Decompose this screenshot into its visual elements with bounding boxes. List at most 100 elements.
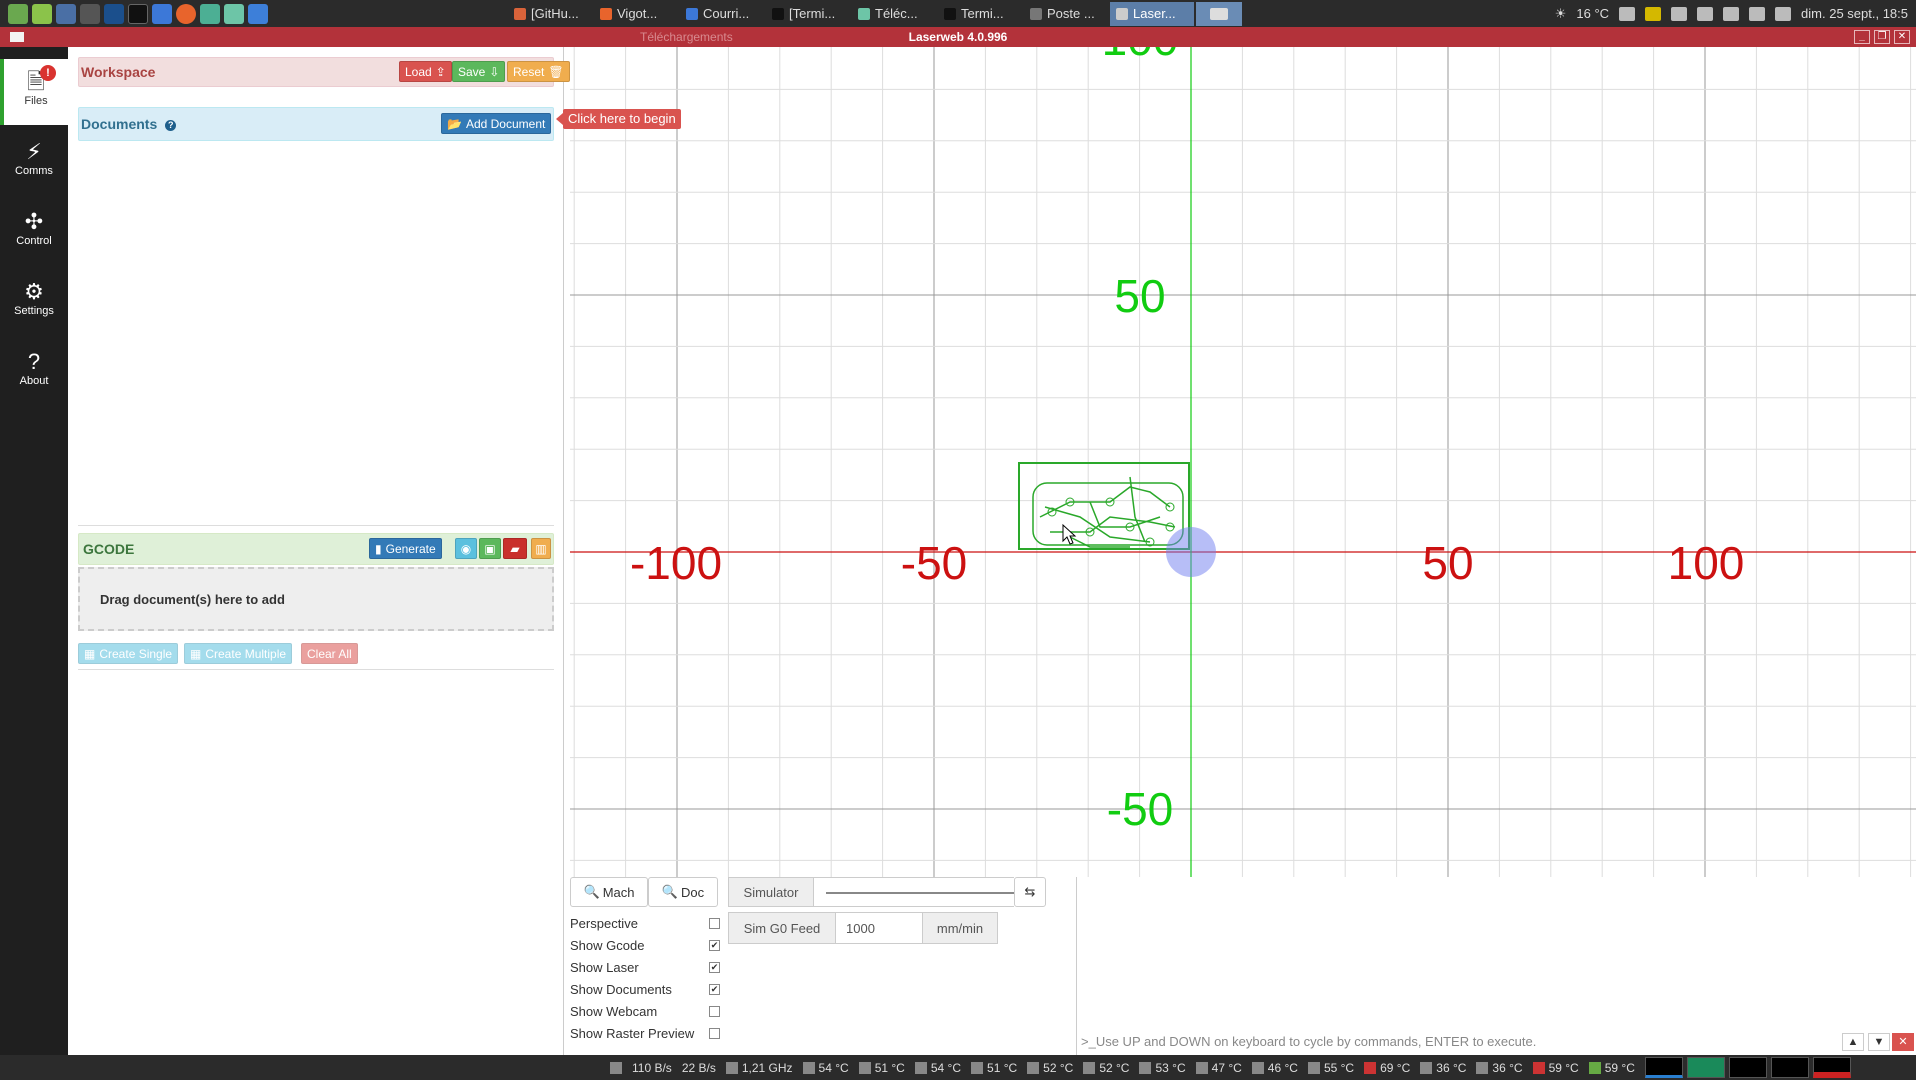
pcb-document[interactable]	[1018, 462, 1190, 550]
thermometer-icon	[914, 1061, 927, 1074]
task-vigot[interactable]: Vigot...	[594, 2, 678, 26]
add-document-button[interactable]: 📂 Add Document	[441, 113, 552, 134]
close-icon[interactable]: ✕	[1894, 30, 1910, 44]
checkbox[interactable]	[709, 917, 720, 929]
monitor-icon[interactable]	[1645, 6, 1662, 21]
option-show-gcode[interactable]: Show Gcode ✔	[570, 935, 720, 955]
load-button[interactable]: Load ⇪	[399, 61, 452, 82]
task-terminal-1[interactable]: [Termi...	[766, 2, 850, 26]
checkbox[interactable]: ✔	[709, 939, 720, 951]
window-buttons: _ ❐ ✕	[1854, 30, 1910, 44]
axis-labels: -100 -50 50 100 100 50 -50	[630, 47, 1744, 835]
checkbox[interactable]	[709, 1027, 720, 1039]
checkbox[interactable]: ✔	[709, 961, 720, 973]
option-show-laser[interactable]: Show Laser ✔	[570, 957, 720, 977]
sensor-temp: 59 °C	[1532, 1061, 1579, 1075]
folder-icon[interactable]	[224, 3, 244, 24]
checkbox[interactable]	[709, 1005, 720, 1017]
doc-zoom-button[interactable]: 🔍 Doc	[648, 877, 718, 907]
swap-direction-button[interactable]: ⇆	[1014, 877, 1046, 907]
window-icon	[1210, 7, 1228, 20]
sensor-temp: 36 °C	[1476, 1061, 1523, 1075]
clear-console-button[interactable]: ✕	[1892, 1033, 1914, 1051]
sidebar-item-about[interactable]: ? About	[0, 339, 68, 405]
simulator-slider[interactable]	[814, 877, 1014, 907]
create-multiple-button[interactable]: ▦ Create Multiple	[184, 643, 293, 664]
task-blank[interactable]	[1196, 1, 1242, 26]
display-tray-icon[interactable]	[1697, 6, 1714, 21]
option-show-documents[interactable]: Show Documents ✔	[570, 979, 720, 999]
sidebar-item-control[interactable]: ✣ Control	[0, 199, 68, 265]
task-poste[interactable]: Poste ...	[1024, 2, 1108, 26]
cursor-app-icon[interactable]	[248, 3, 268, 24]
download-icon: ⇩	[489, 64, 500, 79]
sidebar-item-files[interactable]: 🗎 ! Files	[0, 59, 68, 125]
weather-temp[interactable]: 16 °C	[1576, 6, 1609, 21]
terminal-icon[interactable]	[128, 3, 148, 24]
save-button[interactable]: Save ⇩	[452, 61, 506, 82]
files-icon[interactable]	[200, 3, 220, 24]
save-gcode-button[interactable]: ▣	[479, 538, 501, 559]
history-down-button[interactable]: ▼	[1868, 1033, 1890, 1051]
maximize-icon[interactable]: ❐	[1874, 30, 1890, 44]
generate-button[interactable]: ▮ Generate	[369, 538, 442, 559]
gcode-dropzone[interactable]: Drag document(s) here to add	[78, 567, 554, 631]
divider	[78, 669, 554, 670]
create-single-button[interactable]: ▦ Create Single	[78, 643, 179, 664]
control-center-icon[interactable]	[80, 3, 100, 24]
firefox-icon[interactable]	[176, 3, 196, 24]
software-manager-icon[interactable]	[32, 3, 52, 24]
history-up-button[interactable]: ▲	[1842, 1033, 1864, 1051]
console-input[interactable]: >_Use UP and DOWN on keyboard to cycle b…	[1081, 1034, 1841, 1049]
sim-g0-feed-label: Sim G0 Feed	[728, 912, 836, 944]
volume-icon[interactable]	[1671, 6, 1688, 21]
bluetooth-icon[interactable]	[1619, 6, 1636, 21]
task-laserweb[interactable]: Laser...	[1110, 1, 1194, 26]
workspace-viewport[interactable]: -100 -50 50 100 100 50 -50	[570, 47, 1916, 877]
window-titlebar[interactable]: Téléchargements Laserweb 4.0.996 _ ❐ ✕	[0, 27, 1916, 47]
network-icon[interactable]	[1723, 6, 1740, 21]
memory-graph	[1686, 1057, 1725, 1078]
clear-all-button[interactable]: Clear All	[301, 643, 358, 664]
option-show-webcam[interactable]: Show Webcam	[570, 1001, 720, 1021]
arrow-down-icon: ▼	[1873, 1036, 1885, 1048]
view-gcode-button[interactable]: ◉	[455, 538, 477, 559]
mail-icon[interactable]	[152, 3, 172, 24]
task-github[interactable]: [GitHu...	[508, 2, 592, 26]
steam-icon[interactable]	[104, 3, 124, 24]
mail-icon	[686, 7, 698, 20]
grid-canvas[interactable]: -100 -50 50 100 100 50 -50	[570, 47, 1916, 877]
checkbox[interactable]: ✔	[709, 983, 720, 995]
option-show-raster-preview[interactable]: Show Raster Preview	[570, 1023, 720, 1043]
sensor-temp: 69 °C	[1364, 1061, 1410, 1075]
mint-menu-icon[interactable]	[8, 3, 28, 24]
sidebar-item-settings[interactable]: ⚙ Settings	[0, 269, 68, 335]
sensor-temp: 52 °C	[1083, 1061, 1129, 1075]
weather-icon[interactable]: ☀	[1555, 6, 1567, 22]
close-icon: ✕	[1898, 1036, 1908, 1048]
task-terminal-2[interactable]: Termi...	[938, 2, 1022, 26]
clear-gcode-button[interactable]: ▥	[531, 538, 551, 559]
thermometer-icon	[1420, 1061, 1433, 1074]
clock[interactable]: dim. 25 sept., 18:5	[1801, 6, 1908, 21]
x-label: 50	[1422, 537, 1473, 589]
bluetooth-2-icon[interactable]	[1749, 6, 1766, 21]
show-desktop-icon[interactable]	[610, 1061, 622, 1074]
thermometer-icon	[1195, 1061, 1208, 1074]
task-telechargements[interactable]: Téléc...	[852, 2, 936, 26]
option-perspective[interactable]: Perspective	[570, 913, 720, 933]
grid-lines	[570, 47, 1916, 877]
battery-icon[interactable]	[1775, 6, 1792, 21]
sim-g0-feed-input[interactable]: 1000	[836, 912, 922, 944]
reset-button[interactable]: Reset 🗑	[507, 61, 570, 82]
net-down-rate: 110 B/s	[632, 1060, 672, 1075]
minimize-icon[interactable]: _	[1854, 30, 1870, 44]
mach-zoom-button[interactable]: 🔍 Mach	[570, 877, 648, 907]
display-icon[interactable]	[56, 3, 76, 24]
help-icon[interactable]: ?	[165, 120, 177, 131]
sidebar-item-comms[interactable]: ⚡ Comms	[0, 129, 68, 195]
task-courrier[interactable]: Courri...	[680, 2, 764, 26]
view-controls: 🔍 Mach 🔍 Doc Simulator ⇆ Sim G0 Feed 1000 …	[570, 877, 1076, 1055]
divider	[78, 525, 554, 526]
open-gcode-button[interactable]: ▰	[503, 538, 527, 559]
